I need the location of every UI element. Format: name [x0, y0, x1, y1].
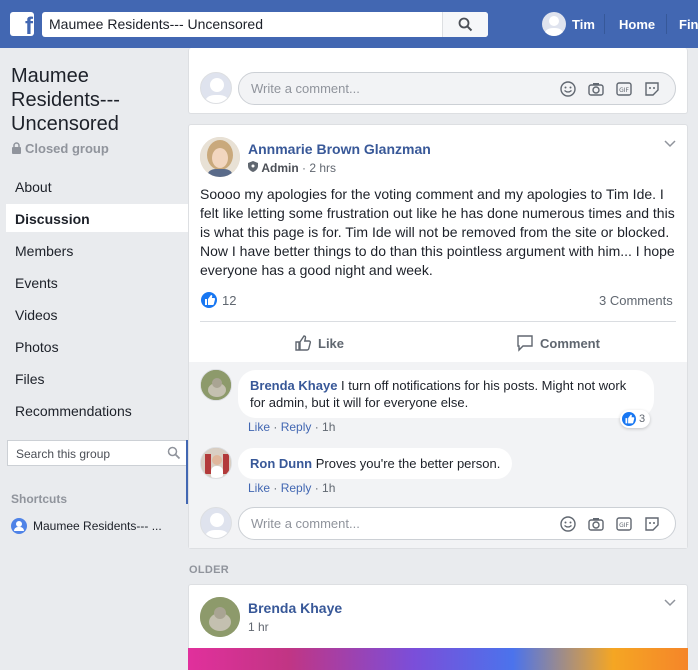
emoji-icon[interactable]	[559, 515, 577, 533]
sidebar-item-about[interactable]: About	[15, 179, 52, 195]
emoji-icon[interactable]	[559, 80, 577, 98]
post-time[interactable]: 1 hr	[248, 620, 269, 634]
profile-link[interactable]: Tim	[572, 17, 595, 32]
comment-reaction-count[interactable]: 3	[620, 410, 651, 428]
sidebar-item-files[interactable]: Files	[15, 371, 45, 387]
comment-bubble: Brenda Khaye I turn off notifications fo…	[238, 370, 654, 418]
comment-icon	[517, 335, 533, 352]
sticker-icon[interactable]	[643, 80, 661, 98]
divider	[200, 321, 676, 322]
comment-input[interactable]: Write a comment... GIF	[238, 507, 676, 540]
comment-placeholder: Write a comment...	[251, 81, 360, 96]
group-icon	[11, 518, 27, 534]
sidebar-item-recommendations[interactable]: Recommendations	[15, 403, 132, 419]
user-avatar[interactable]	[542, 12, 566, 36]
search-input[interactable]: Maumee Residents--- Uncensored	[42, 12, 488, 37]
like-button[interactable]: Like	[294, 334, 344, 352]
sidebar-item-photos[interactable]: Photos	[15, 339, 59, 355]
comment-author-link[interactable]: Brenda Khaye	[250, 378, 337, 393]
like-icon	[295, 335, 312, 351]
post-author-link[interactable]: Annmarie Brown Glanzman	[248, 141, 431, 157]
post-image[interactable]	[188, 648, 688, 670]
lock-icon	[12, 142, 21, 154]
post-author-link[interactable]: Brenda Khaye	[248, 600, 342, 616]
search-button[interactable]	[442, 12, 488, 37]
comment-count-link[interactable]: 3 Comments	[599, 293, 673, 308]
group-search-input[interactable]: Search this group	[7, 440, 187, 466]
older-section-heading: OLDER	[189, 564, 229, 576]
divider	[604, 14, 605, 34]
gif-icon[interactable]: GIF	[615, 80, 633, 98]
chevron-down-icon[interactable]	[664, 599, 676, 607]
shortcut-group-link[interactable]: Maumee Residents--- ...	[11, 518, 162, 534]
comment-like-link[interactable]: Like	[248, 420, 270, 434]
avatar[interactable]	[200, 137, 240, 177]
sidebar-item-videos[interactable]: Videos	[15, 307, 58, 323]
divider	[666, 14, 667, 34]
avatar	[200, 507, 232, 539]
shortcuts-heading: Shortcuts	[11, 492, 68, 506]
search-icon[interactable]	[167, 446, 181, 460]
post-time[interactable]: 2 hrs	[309, 161, 336, 175]
comment-time[interactable]: 1h	[322, 420, 335, 434]
avatar[interactable]	[200, 597, 240, 637]
comment-author-link[interactable]: Ron Dunn	[250, 456, 312, 471]
home-link[interactable]: Home	[619, 17, 655, 32]
group-privacy-label: Closed group	[25, 141, 109, 156]
avatar	[200, 72, 232, 104]
facebook-logo-icon[interactable]: f	[10, 12, 34, 36]
find-friends-link[interactable]: Fin	[679, 17, 698, 32]
comment-input[interactable]: Write a comment... GIF	[238, 72, 676, 105]
comment-bubble: Ron Dunn Proves you're the better person…	[238, 448, 513, 479]
camera-icon[interactable]	[587, 515, 605, 533]
post-role: Admin	[261, 161, 299, 175]
comment-label: Comment	[540, 335, 600, 351]
search-icon	[458, 17, 473, 32]
camera-icon[interactable]	[587, 80, 605, 98]
comment-actions: Like · Reply · 1h	[248, 420, 336, 434]
sidebar-item-members[interactable]: Members	[15, 243, 73, 259]
like-icon	[622, 412, 636, 426]
like-label: Like	[318, 335, 345, 351]
avatar[interactable]	[200, 447, 232, 479]
comment-reply-link[interactable]: Reply	[281, 481, 312, 495]
shortcut-label: Maumee Residents--- ...	[33, 519, 162, 533]
comment-reply-link[interactable]: Reply	[281, 420, 312, 434]
comment-like-link[interactable]: Like	[248, 481, 270, 495]
reaction-count: 3	[639, 413, 646, 425]
like-icon[interactable]	[201, 292, 217, 308]
comment-actions: Like · Reply · 1h	[248, 481, 336, 495]
top-navigation-bar: f Maumee Residents--- Uncensored Tim Hom…	[0, 0, 698, 48]
avatar[interactable]	[200, 369, 232, 401]
group-privacy: Closed group	[11, 141, 109, 156]
comment-placeholder: Write a comment...	[251, 516, 360, 531]
comment-time[interactable]: 1h	[322, 481, 335, 495]
group-search-placeholder: Search this group	[16, 447, 111, 461]
shield-icon	[248, 161, 258, 172]
svg-text:GIF: GIF	[619, 522, 629, 529]
comment-text: Proves you're the better person.	[315, 456, 501, 471]
sticker-icon[interactable]	[643, 515, 661, 533]
like-count[interactable]: 12	[222, 293, 236, 308]
svg-text:GIF: GIF	[619, 87, 629, 94]
group-title[interactable]: Maumee Residents--- Uncensored	[11, 64, 181, 136]
search-input-value: Maumee Residents--- Uncensored	[49, 16, 263, 32]
comment-button[interactable]: Comment	[516, 334, 600, 352]
sidebar-item-discussion[interactable]: Discussion	[15, 211, 90, 227]
post-meta: Admin · 2 hrs	[248, 161, 336, 175]
chevron-down-icon[interactable]	[664, 140, 676, 148]
gif-icon[interactable]: GIF	[615, 515, 633, 533]
post-text: Soooo my apologies for the voting commen…	[200, 186, 675, 278]
sidebar-item-events[interactable]: Events	[15, 275, 58, 291]
